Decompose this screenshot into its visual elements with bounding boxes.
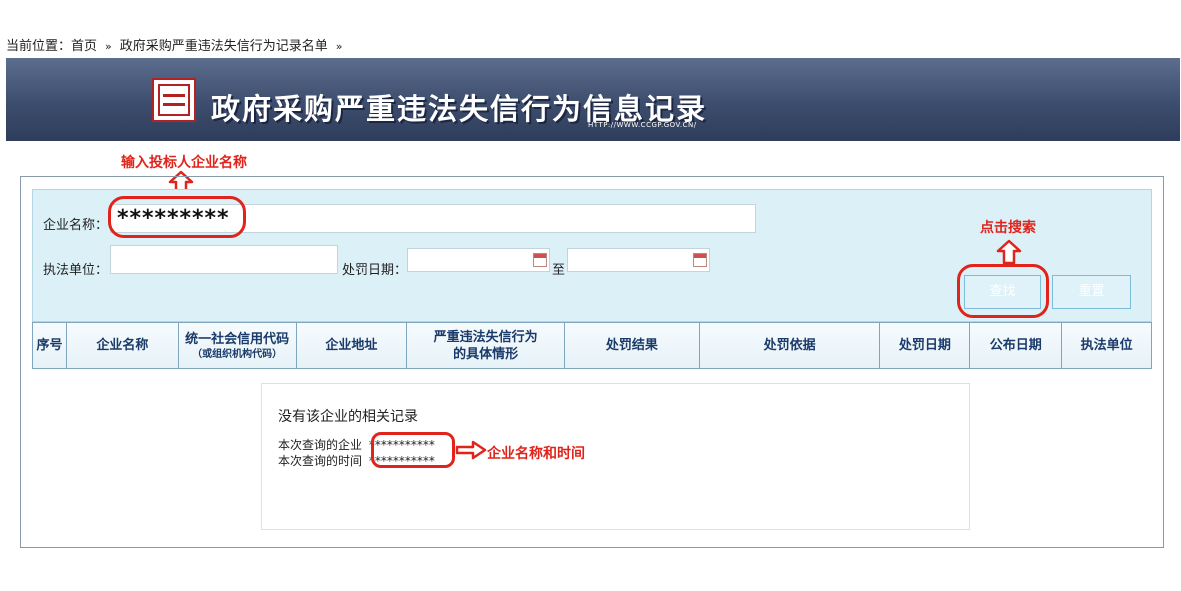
column-header-penalty-result: 处罚结果 xyxy=(565,323,700,368)
column-header-sublabel: （或组织机构代码） xyxy=(192,348,283,360)
column-header-label: 企业名称 xyxy=(96,338,149,353)
breadcrumb-home-link[interactable]: 首页 xyxy=(71,39,97,54)
penalty-date-label: 处罚日期： xyxy=(342,263,408,278)
breadcrumb-separator: » xyxy=(335,40,343,53)
column-header-label: 序号 xyxy=(36,338,63,353)
arrow-up-icon xyxy=(996,239,1022,265)
breadcrumb-current-link[interactable]: 政府采购严重违法失信行为记录名单 xyxy=(120,39,328,54)
banner-url: HTTP://WWW.CCGP.GOV.CN/ xyxy=(588,121,697,129)
column-header-label: 处罚依据 xyxy=(763,338,816,353)
annotation-enter-name: 输入投标人企业名称 xyxy=(121,155,247,171)
column-header-address: 企业地址 xyxy=(297,323,408,368)
queried-time-label: 本次查询的时间 xyxy=(278,454,363,468)
seal-logo-icon xyxy=(152,78,196,122)
column-header-label: 执法单位 xyxy=(1080,338,1133,353)
column-header-violation: 严重违法失信行为 的具体情形 xyxy=(407,323,566,368)
column-header-enforcement-unit: 执法单位 xyxy=(1062,323,1151,368)
no-record-message: 没有该企业的相关记录 xyxy=(278,409,418,425)
arrow-right-icon xyxy=(455,440,487,460)
column-header-label: 处罚日期 xyxy=(898,338,951,353)
column-header-index: 序号 xyxy=(33,323,67,368)
column-header-penalty-basis: 处罚依据 xyxy=(700,323,881,368)
column-header-label: 严重违法失信行为 的具体情形 xyxy=(433,329,538,362)
date-to-label: 至 xyxy=(552,263,566,278)
column-header-label: 统一社会信用代码 xyxy=(185,331,290,347)
results-table-header: 序号 企业名称 统一社会信用代码 （或组织机构代码） 企业地址 严重违法失信行为 … xyxy=(32,322,1152,369)
breadcrumb: 当前位置：首页 » 政府采购严重违法失信行为记录名单 » xyxy=(6,35,351,54)
column-header-penalty-date: 处罚日期 xyxy=(880,323,971,368)
column-header-label: 企业地址 xyxy=(325,338,378,353)
penalty-date-from-input[interactable] xyxy=(407,248,550,272)
breadcrumb-separator: » xyxy=(105,40,112,53)
enforcement-unit-input[interactable] xyxy=(110,245,338,274)
company-name-label: 企业名称： xyxy=(43,218,109,233)
annotation-click-search: 点击搜索 xyxy=(980,220,1036,236)
queried-company-label: 本次查询的企业 xyxy=(278,438,363,452)
column-header-label: 公布日期 xyxy=(989,338,1042,353)
annotation-oval-company xyxy=(108,196,246,238)
penalty-date-to-input[interactable] xyxy=(567,248,710,272)
reset-button[interactable]: 重置 xyxy=(1052,275,1131,309)
calendar-icon[interactable] xyxy=(533,253,547,267)
column-header-company-name: 企业名称 xyxy=(67,323,179,368)
annotation-oval-search xyxy=(957,264,1049,318)
breadcrumb-prefix: 当前位置： xyxy=(6,39,72,54)
column-header-publish-date: 公布日期 xyxy=(970,323,1063,368)
enforcement-unit-label: 执法单位： xyxy=(43,263,109,278)
column-header-credit-code: 统一社会信用代码 （或组织机构代码） xyxy=(179,323,297,368)
annotation-name-and-time: 企业名称和时间 xyxy=(487,446,585,462)
column-header-label: 处罚结果 xyxy=(605,338,658,353)
annotation-oval-result xyxy=(371,432,455,468)
calendar-icon[interactable] xyxy=(693,253,707,267)
